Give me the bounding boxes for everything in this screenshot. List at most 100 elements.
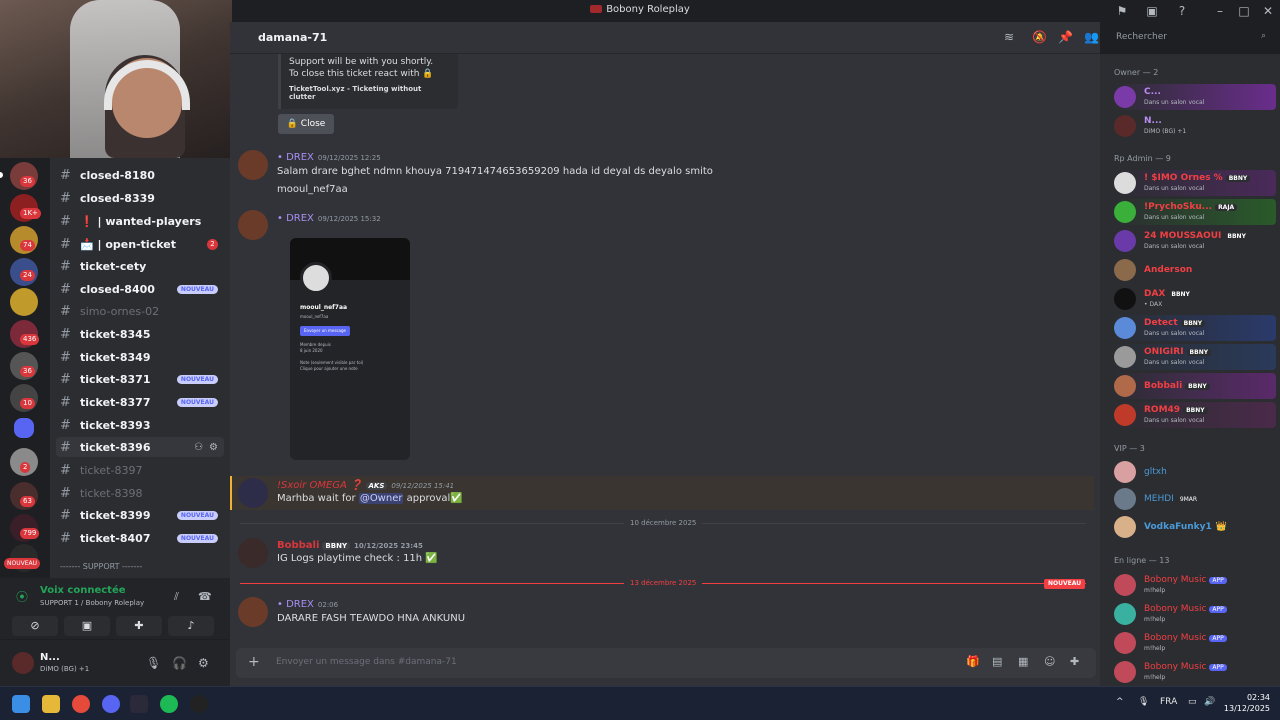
member-item[interactable]: ONIGIRI BBNY Dans un salon vocal bbox=[1112, 344, 1276, 370]
category-support[interactable]: ------- SUPPORT ------- bbox=[60, 562, 225, 571]
message-author[interactable]: Bobbali BBNY 10/12/2025 23:45 bbox=[277, 540, 423, 551]
windows-start-icon[interactable] bbox=[12, 695, 30, 713]
members-icon[interactable]: 👥 bbox=[1084, 30, 1099, 44]
member-item[interactable]: Bobbali BBNY bbox=[1112, 373, 1276, 399]
screen-share-button[interactable]: ▣ bbox=[64, 616, 110, 636]
server-badge: NOUVEAU bbox=[4, 558, 40, 569]
avatar[interactable] bbox=[238, 150, 268, 180]
folder-icon[interactable] bbox=[14, 418, 34, 438]
gif-icon[interactable]: ▤ bbox=[992, 655, 1002, 668]
hash-icon: # bbox=[60, 417, 71, 433]
message-author[interactable]: • DREX 09/12/2025 15:32 bbox=[277, 213, 381, 224]
help-icon[interactable]: ? bbox=[1174, 3, 1190, 19]
channel-item[interactable]: # closed-8400 NOUVEAU bbox=[56, 279, 224, 299]
app-icon[interactable] bbox=[190, 695, 208, 713]
channel-item[interactable]: # ticket-cety bbox=[56, 256, 224, 276]
chevron-up-icon[interactable]: ^ bbox=[1116, 697, 1124, 707]
gear-icon[interactable]: ⚙ bbox=[198, 656, 209, 670]
member-item[interactable]: Bobony Music APP m!help bbox=[1112, 659, 1276, 685]
channel-item[interactable]: # ticket-8397 bbox=[56, 460, 224, 480]
member-item[interactable]: 24 MOUSSAOUI BBNY Dans un salon vocal bbox=[1112, 228, 1276, 254]
soundboard-button[interactable]: ♪ bbox=[168, 616, 214, 636]
camera-off-button[interactable]: ⊘ bbox=[12, 616, 58, 636]
channel-item[interactable]: # ticket-8345 bbox=[56, 324, 224, 344]
avatar[interactable] bbox=[238, 597, 268, 627]
app-icon[interactable] bbox=[130, 695, 148, 713]
channel-item[interactable]: # ticket-8349 bbox=[56, 347, 224, 367]
pin-icon[interactable]: 📌 bbox=[1058, 30, 1073, 44]
member-item[interactable]: gltxh bbox=[1112, 459, 1276, 485]
member-item[interactable]: Bobony Music APP m!help bbox=[1112, 630, 1276, 656]
channel-item[interactable]: # ticket-8371 NOUVEAU bbox=[56, 369, 224, 389]
network-icon[interactable]: ▭ bbox=[1188, 697, 1197, 707]
screen-share-icon[interactable]: ▣ bbox=[1144, 3, 1160, 19]
message-author[interactable]: • DREX 02:06 bbox=[277, 599, 338, 610]
spotify-icon[interactable] bbox=[160, 695, 178, 713]
member-item[interactable]: Bobony Music APP m!help bbox=[1112, 601, 1276, 627]
channel-item[interactable]: # simo-ornes-02 bbox=[56, 301, 224, 321]
volume-icon[interactable]: 🔊 bbox=[1204, 697, 1215, 707]
channel-item[interactable]: # ticket-8377 NOUVEAU bbox=[56, 392, 224, 412]
mic-icon[interactable]: 🎙 bbox=[146, 656, 161, 670]
avatar[interactable] bbox=[238, 478, 268, 508]
member-item[interactable]: DAX BBNY • DAX bbox=[1112, 286, 1276, 312]
channel-item[interactable]: # closed-8339 bbox=[56, 188, 224, 208]
member-item[interactable]: Detect BBNY Dans un salon vocal bbox=[1112, 315, 1276, 341]
mic-icon[interactable]: 🎙 bbox=[1138, 697, 1149, 707]
close-window-button[interactable]: ✕ bbox=[1260, 3, 1276, 19]
activities-button[interactable]: ✚ bbox=[116, 616, 162, 636]
member-item[interactable]: C... Dans un salon vocal bbox=[1112, 84, 1276, 110]
member-item[interactable]: ROM49 BBNY Dans un salon vocal bbox=[1112, 402, 1276, 428]
image-attachment[interactable]: mooul_nef7aa mooul_nef7aa Envoyer un mes… bbox=[290, 238, 410, 460]
disconnect-icon[interactable]: ☎ bbox=[198, 590, 212, 603]
threads-icon[interactable]: ≋ bbox=[1004, 30, 1014, 44]
sticker-icon[interactable]: ▦ bbox=[1018, 655, 1028, 668]
hash-icon: # bbox=[60, 349, 71, 365]
mention[interactable]: @Owner bbox=[358, 493, 404, 504]
search-input[interactable]: Rechercher ⌕ bbox=[1110, 28, 1272, 48]
hash-icon: # bbox=[60, 371, 71, 387]
channel-item[interactable]: # ticket-8396 ⚇ ⚙ bbox=[56, 437, 224, 457]
inbox-icon[interactable]: ⚑ bbox=[1114, 3, 1130, 19]
member-item[interactable]: N... DiMO (BG) +1 bbox=[1112, 113, 1276, 139]
noise-suppression-icon[interactable]: ⫽ bbox=[174, 590, 179, 604]
language-indicator[interactable]: FRA bbox=[1160, 697, 1177, 707]
clock[interactable]: 02:34 13/12/2025 bbox=[1222, 692, 1270, 714]
server-icon[interactable] bbox=[10, 288, 38, 316]
member-item[interactable]: Bobony Music APP m!help bbox=[1112, 572, 1276, 598]
channel-item[interactable]: # closed-8180 bbox=[56, 165, 224, 185]
file-explorer-icon[interactable] bbox=[42, 695, 60, 713]
hash-icon: # bbox=[60, 394, 71, 410]
emoji-icon[interactable]: ☺ bbox=[1044, 655, 1055, 668]
maximize-button[interactable]: □ bbox=[1236, 3, 1252, 19]
message-author[interactable]: !Sxoir OMEGA ❓ AKS 09/12/2025 15:41 bbox=[277, 480, 454, 491]
channel-item[interactable]: # ticket-8398 bbox=[56, 483, 224, 503]
channel-item[interactable]: # ticket-8399 NOUVEAU bbox=[56, 505, 224, 525]
member-item[interactable]: VodkaFunky1 👑 bbox=[1112, 514, 1276, 540]
avatar[interactable] bbox=[238, 210, 268, 240]
add-attachment-icon[interactable]: + bbox=[248, 654, 260, 670]
message-author[interactable]: • DREX 09/12/2025 12:25 bbox=[277, 152, 381, 163]
member-item[interactable]: ! $IMO Ornes % BBNY Dans un salon vocal bbox=[1112, 170, 1276, 196]
apps-icon[interactable]: ✚ bbox=[1070, 655, 1079, 668]
invite-icon[interactable]: ⚇ bbox=[194, 442, 203, 453]
member-item[interactable]: MEHDI 9MAR bbox=[1112, 486, 1276, 512]
gear-icon[interactable]: ⚙ bbox=[209, 442, 218, 453]
channel-item[interactable]: # ticket-8407 NOUVEAU bbox=[56, 528, 224, 548]
channel-item[interactable]: # ticket-8393 bbox=[56, 415, 224, 435]
chrome-icon[interactable] bbox=[72, 695, 90, 713]
close-ticket-button[interactable]: 🔒 Close bbox=[278, 114, 334, 134]
avatar[interactable] bbox=[12, 652, 34, 674]
minimize-button[interactable]: – bbox=[1212, 3, 1228, 19]
avatar[interactable] bbox=[238, 538, 268, 568]
gift-icon[interactable]: 🎁 bbox=[966, 655, 980, 668]
mute-icon[interactable]: 🔕 bbox=[1032, 30, 1047, 44]
message-input[interactable]: + Envoyer un message dans #damana-71 🎁 ▤… bbox=[236, 648, 1096, 678]
discord-icon[interactable] bbox=[102, 695, 120, 713]
headphones-icon[interactable]: 🎧 bbox=[172, 656, 187, 670]
member-item[interactable]: Anderson bbox=[1112, 257, 1276, 283]
channel-item[interactable]: # 📩 | open-ticket 2 bbox=[56, 234, 224, 254]
embed-footer: TicketTool.xyz - Ticketing without clutt… bbox=[289, 85, 422, 101]
member-item[interactable]: !PrychoSku... RAJA Dans un salon vocal bbox=[1112, 199, 1276, 225]
channel-item[interactable]: # ❗ | wanted-players bbox=[56, 211, 224, 231]
